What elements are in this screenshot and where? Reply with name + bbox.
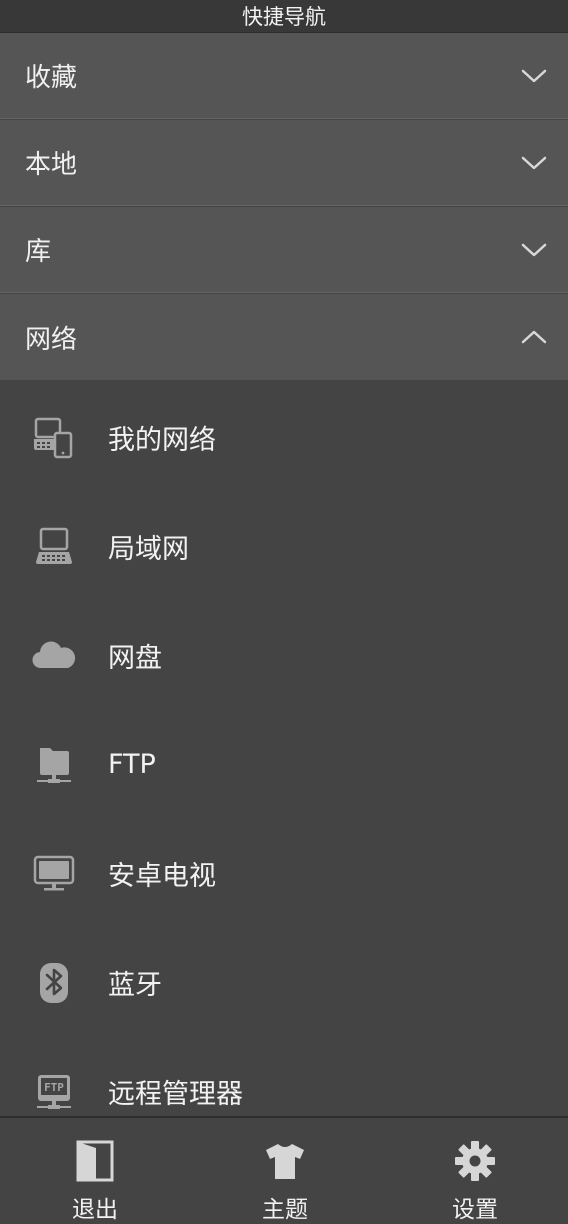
exit-button[interactable]: 退出: [0, 1118, 190, 1224]
section-label: 本地: [25, 150, 78, 180]
gear-icon: [455, 1141, 495, 1181]
nav-item-label: 我的网络: [108, 425, 216, 456]
nav-item-label: 远程管理器: [108, 1079, 243, 1110]
nav-item-label: 局域网: [108, 534, 189, 565]
theme-button[interactable]: 主题: [190, 1118, 380, 1224]
title-bar: 快捷导航: [0, 0, 568, 33]
chevron-up-icon: [521, 330, 547, 344]
chevron-down-icon: [521, 156, 547, 169]
section-network[interactable]: 网络: [0, 294, 568, 380]
nav-item-label: 蓝牙: [108, 970, 162, 1001]
theme-label: 主题: [262, 1197, 308, 1223]
section-library[interactable]: 库: [0, 207, 568, 293]
exit-door-icon: [76, 1140, 114, 1182]
settings-button[interactable]: 设置: [380, 1118, 568, 1224]
ftp-remote-icon: FTP: [30, 1068, 78, 1116]
devices-icon: [30, 414, 78, 462]
nav-item-label: 安卓电视: [108, 861, 216, 892]
section-label: 收藏: [25, 63, 78, 93]
nav-item-android-tv[interactable]: 安卓电视: [0, 819, 568, 928]
exit-label: 退出: [72, 1197, 118, 1223]
section-label: 库: [25, 237, 52, 267]
page-title: 快捷导航: [242, 5, 326, 29]
chevron-down-icon: [521, 69, 547, 82]
nav-item-my-network[interactable]: 我的网络: [0, 383, 568, 492]
svg-text:FTP: FTP: [44, 1081, 64, 1094]
cloud-icon: [30, 632, 78, 680]
nav-item-bluetooth[interactable]: 蓝牙: [0, 928, 568, 1037]
nav-item-cloud-drive[interactable]: 网盘: [0, 601, 568, 710]
tv-icon: [30, 850, 78, 898]
nav-item-label: FTP: [108, 749, 156, 780]
server-icon: [30, 741, 78, 789]
nav-item-label: 网盘: [108, 643, 162, 674]
computer-icon: [30, 523, 78, 571]
nav-item-lan[interactable]: 局域网: [0, 492, 568, 601]
bluetooth-icon: [30, 959, 78, 1007]
section-local[interactable]: 本地: [0, 120, 568, 206]
chevron-down-icon: [521, 243, 547, 256]
nav-item-ftp[interactable]: FTP: [0, 710, 568, 819]
settings-label: 设置: [452, 1197, 498, 1223]
bottom-toolbar: 退出 主题 设置: [0, 1116, 568, 1224]
tshirt-icon: [266, 1144, 304, 1179]
section-favorites[interactable]: 收藏: [0, 33, 568, 119]
section-label: 网络: [25, 324, 78, 355]
